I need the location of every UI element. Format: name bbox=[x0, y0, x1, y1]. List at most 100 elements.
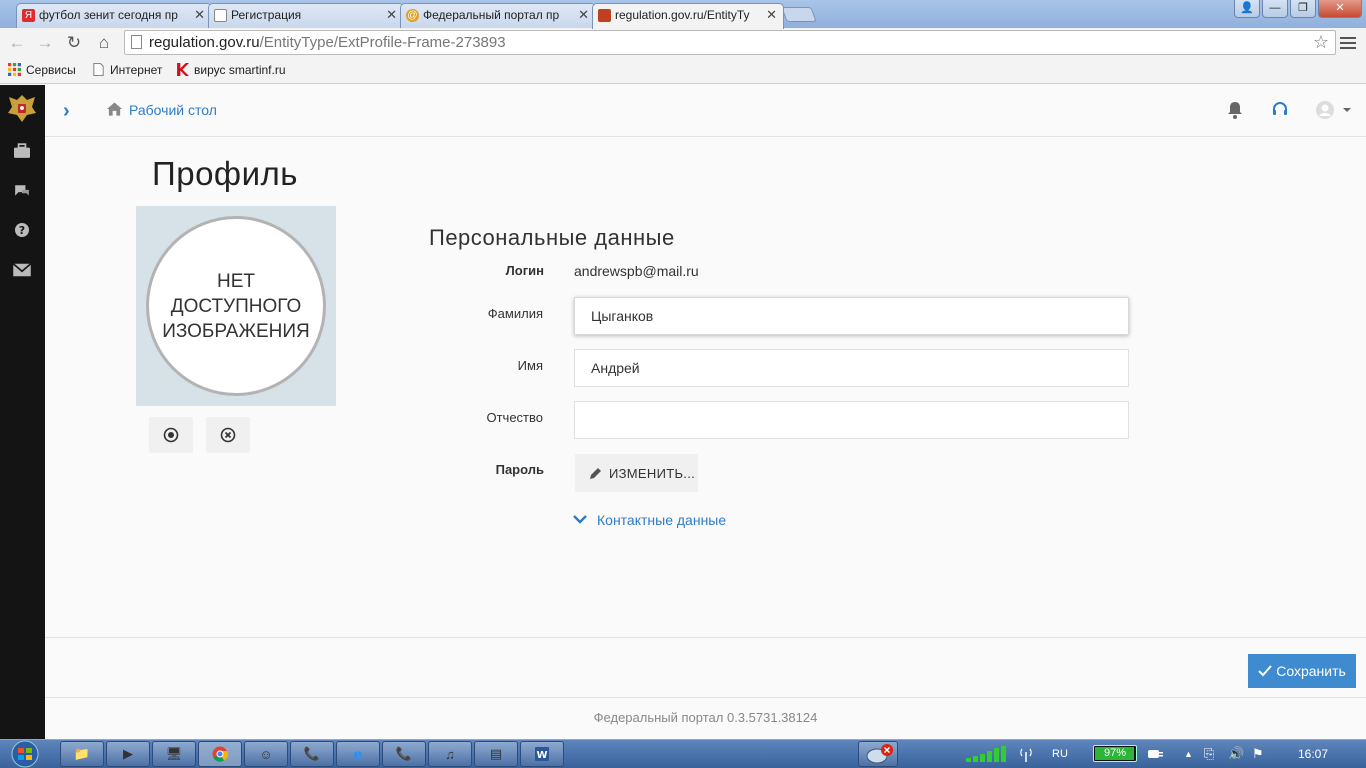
remove-avatar-button[interactable] bbox=[206, 417, 250, 453]
browser-tab-3[interactable]: @ Федеральный портал пр ✕ bbox=[400, 3, 596, 28]
network-alert-icon bbox=[866, 744, 893, 764]
change-password-label: ИЗМЕНИТЬ... bbox=[609, 465, 696, 481]
chevron-down-icon bbox=[573, 515, 587, 524]
avatar: НЕТ ДОСТУПНОГО ИЗОБРАЖЕНИЯ bbox=[136, 206, 336, 406]
tray-expand-icon[interactable]: ▲ bbox=[1184, 740, 1193, 768]
taskbar-app-icon[interactable]: ▤ bbox=[474, 741, 518, 767]
mail-icon[interactable] bbox=[12, 262, 32, 278]
url-host: regulation.gov.ru bbox=[149, 34, 260, 51]
name-input[interactable] bbox=[574, 349, 1129, 387]
maximize-button[interactable]: ❐ bbox=[1290, 0, 1316, 18]
taskbar-media-player-icon[interactable]: ▶ bbox=[106, 741, 150, 767]
coat-of-arms-icon[interactable] bbox=[5, 91, 39, 125]
surname-input[interactable] bbox=[574, 297, 1129, 335]
bookmark-label: вирус smartinf.ru bbox=[194, 63, 286, 77]
svg-text:e: e bbox=[354, 747, 363, 762]
bookmark-label: Сервисы bbox=[26, 63, 76, 77]
browser-tabbar: Я футбол зенит сегодня пр ✕ Регистрация … bbox=[0, 0, 1366, 29]
tab-title: Федеральный портал пр bbox=[423, 8, 560, 22]
patronymic-input[interactable] bbox=[574, 401, 1129, 439]
bookmark-star-icon[interactable]: ☆ bbox=[1313, 31, 1329, 54]
save-button[interactable]: Сохранить bbox=[1248, 654, 1356, 688]
action-center-flag-icon[interactable]: ⚑ bbox=[1252, 740, 1264, 768]
close-tab-icon[interactable]: ✕ bbox=[766, 4, 777, 26]
login-label: Логин bbox=[505, 263, 544, 278]
taskbar-ie-icon[interactable]: e bbox=[336, 741, 380, 767]
pencil-icon bbox=[590, 468, 601, 479]
taskbar-viber2-icon[interactable]: 📞 bbox=[382, 741, 426, 767]
kaspersky-icon bbox=[177, 63, 189, 76]
svg-text:?: ? bbox=[19, 224, 25, 237]
tab-title: Регистрация bbox=[231, 8, 302, 22]
change-password-button[interactable]: ИЗМЕНИТЬ... bbox=[575, 454, 698, 492]
windows-taskbar: 📁 ▶ 🖥 ☺ 📞 e 📞 ♫ ▤ W RU 97% ▲ ⎘ 🔊 ⚑ 16:07 bbox=[0, 739, 1366, 768]
language-indicator[interactable]: RU bbox=[1052, 740, 1068, 768]
taskbar-smile-icon[interactable]: ☺ bbox=[244, 741, 288, 767]
page-icon bbox=[131, 35, 142, 49]
browser-tab-4-active[interactable]: regulation.gov.ru/EntityTy ✕ bbox=[592, 3, 784, 29]
page-icon bbox=[93, 63, 104, 76]
close-tab-icon[interactable]: ✕ bbox=[386, 4, 397, 26]
word-icon: W bbox=[535, 747, 549, 761]
power-plug-icon[interactable] bbox=[1146, 746, 1164, 762]
taskbar-word-icon[interactable]: W bbox=[520, 741, 564, 767]
tray-network-alert-icon[interactable] bbox=[858, 741, 898, 767]
signal-strength-icon[interactable] bbox=[966, 746, 1010, 762]
forward-button[interactable]: → bbox=[34, 33, 56, 53]
taskbar-explorer-icon[interactable]: 📁 bbox=[60, 741, 104, 767]
save-label: Сохранить bbox=[1276, 663, 1346, 679]
browser-menu-icon[interactable] bbox=[1340, 34, 1356, 52]
briefcase-icon[interactable] bbox=[12, 143, 32, 159]
chrome-icon bbox=[212, 746, 228, 762]
windows-start-icon[interactable] bbox=[6, 740, 44, 768]
home-button[interactable]: ⌂ bbox=[93, 33, 115, 53]
clock[interactable]: 16:07 bbox=[1298, 740, 1328, 768]
close-window-button[interactable]: ✕ bbox=[1318, 0, 1362, 18]
contacts-label: Контактные данные bbox=[597, 512, 727, 528]
section-title: Персональные данные bbox=[429, 225, 675, 250]
browser-tab-1[interactable]: Я футбол зенит сегодня пр ✕ bbox=[16, 3, 212, 28]
profile-content: Профиль НЕТ ДОСТУПНОГО ИЗОБРАЖЕНИЯ Персо… bbox=[45, 137, 1366, 637]
close-tab-icon[interactable]: ✕ bbox=[194, 4, 205, 26]
upload-avatar-button[interactable] bbox=[149, 417, 193, 453]
expand-sidebar-icon[interactable]: › bbox=[63, 100, 70, 123]
usb-device-icon[interactable]: ⎘ bbox=[1204, 740, 1214, 768]
battery-indicator[interactable]: 97% bbox=[1093, 745, 1137, 762]
bookmark-services[interactable]: Сервисы bbox=[8, 63, 76, 77]
new-tab-button[interactable] bbox=[781, 7, 817, 22]
wireless-antenna-icon[interactable] bbox=[1018, 746, 1034, 762]
user-menu-icon[interactable] bbox=[1315, 100, 1351, 120]
volume-icon[interactable]: 🔊 bbox=[1228, 740, 1244, 768]
bell-icon[interactable] bbox=[1225, 100, 1245, 120]
help-icon[interactable]: ? bbox=[12, 222, 32, 238]
user-icon[interactable]: 👤 bbox=[1234, 0, 1260, 18]
headset-support-icon[interactable] bbox=[1270, 100, 1290, 120]
minimize-button[interactable]: — bbox=[1262, 0, 1288, 18]
taskbar-viber-icon[interactable]: 📞 bbox=[290, 741, 334, 767]
yandex-icon: Я bbox=[22, 9, 35, 22]
browser-tab-2[interactable]: Регистрация ✕ bbox=[208, 3, 404, 28]
checkmark-icon bbox=[1258, 665, 1272, 677]
breadcrumb-home-label: Рабочий стол bbox=[129, 102, 217, 118]
address-bar[interactable]: regulation.gov.ru/EntityType/ExtProfile-… bbox=[124, 30, 1336, 55]
window-controls: 👤 — ❐ ✕ bbox=[1234, 0, 1362, 18]
bookmark-virus[interactable]: вирус smartinf.ru bbox=[176, 63, 286, 77]
action-bar: Сохранить bbox=[45, 637, 1366, 697]
portal-icon: @ bbox=[406, 9, 419, 22]
taskbar-network-icon[interactable]: 🖥 bbox=[152, 741, 196, 767]
back-button[interactable]: ← bbox=[6, 33, 28, 53]
record-circle-icon bbox=[163, 427, 179, 443]
breadcrumb-home-link[interactable]: Рабочий стол bbox=[107, 101, 217, 119]
reload-button[interactable]: ↻ bbox=[63, 33, 85, 53]
chat-icon[interactable] bbox=[12, 183, 32, 199]
contacts-toggle-link[interactable]: Контактные данные bbox=[573, 512, 726, 528]
bookmark-label: Интернет bbox=[110, 63, 163, 77]
surname-label: Фамилия bbox=[487, 306, 543, 321]
bookmark-internet[interactable]: Интернет bbox=[92, 63, 162, 77]
patronymic-label: Отчество bbox=[486, 410, 543, 425]
battery-percent: 97% bbox=[1103, 747, 1127, 759]
taskbar-chrome-icon[interactable] bbox=[198, 741, 242, 767]
taskbar-itunes-icon[interactable]: ♫ bbox=[428, 741, 472, 767]
svg-text:W: W bbox=[536, 750, 547, 761]
close-tab-icon[interactable]: ✕ bbox=[578, 4, 589, 26]
